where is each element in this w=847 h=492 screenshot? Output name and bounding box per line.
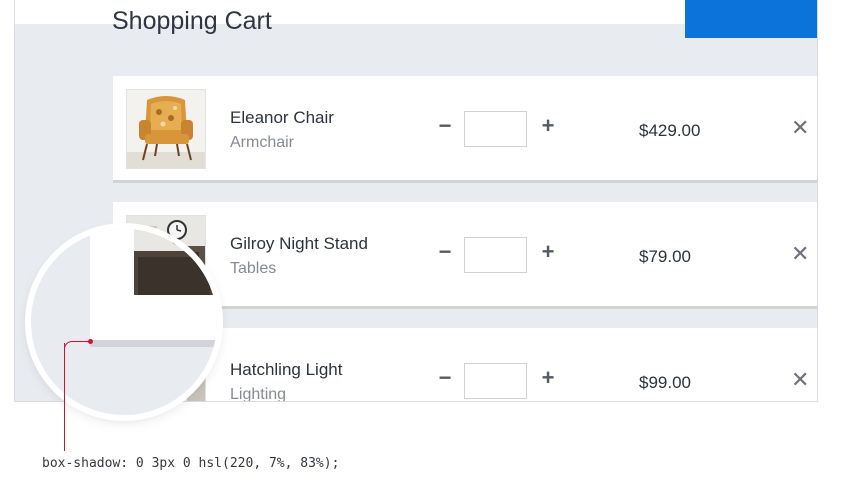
cart-item: Eleanor Chair Armchair − + $429.00 ✕ [113, 76, 817, 180]
product-category: Lighting [230, 386, 287, 402]
armchair-image [127, 90, 205, 168]
decrease-quantity-button[interactable]: − [435, 114, 455, 138]
remove-item-button[interactable]: ✕ [791, 243, 809, 265]
product-price: $99.00 [639, 373, 691, 392]
product-name[interactable]: Eleanor Chair [230, 108, 334, 128]
cart-item: Hatchling Light Lighting − + $99.00 ✕ [113, 328, 817, 402]
product-name[interactable]: Gilroy Night Stand [230, 234, 368, 254]
decrease-quantity-button[interactable]: − [435, 366, 455, 390]
product-thumbnail [126, 89, 206, 169]
product-name[interactable]: Hatchling Light [230, 360, 342, 380]
product-price: $79.00 [639, 247, 691, 266]
remove-item-button[interactable]: ✕ [791, 117, 809, 139]
quantity-input[interactable] [464, 363, 527, 399]
magnified-shadow [90, 340, 217, 347]
increase-quantity-button[interactable]: + [538, 240, 558, 264]
callout-dot [88, 339, 93, 344]
quantity-input[interactable] [464, 237, 527, 273]
quantity-input[interactable] [464, 111, 527, 147]
css-annotation: box-shadow: 0 3px 0 hsl(220, 7%, 83%); [42, 456, 340, 471]
callout-line [64, 343, 65, 451]
callout-connector [64, 341, 91, 352]
remove-item-button[interactable]: ✕ [791, 369, 809, 391]
checkout-button[interactable] [685, 0, 817, 38]
magnified-product-image [134, 229, 214, 295]
product-category: Armchair [230, 134, 295, 151]
product-category: Tables [230, 260, 277, 277]
increase-quantity-button[interactable]: + [538, 114, 558, 138]
decrease-quantity-button[interactable]: − [435, 240, 455, 264]
page-title: Shopping Cart [112, 7, 272, 35]
cart-item: Gilroy Night Stand Tables − + $79.00 ✕ [113, 202, 817, 306]
product-price: $429.00 [639, 121, 701, 140]
increase-quantity-button[interactable]: + [538, 366, 558, 390]
magnifier-detail [31, 229, 217, 415]
